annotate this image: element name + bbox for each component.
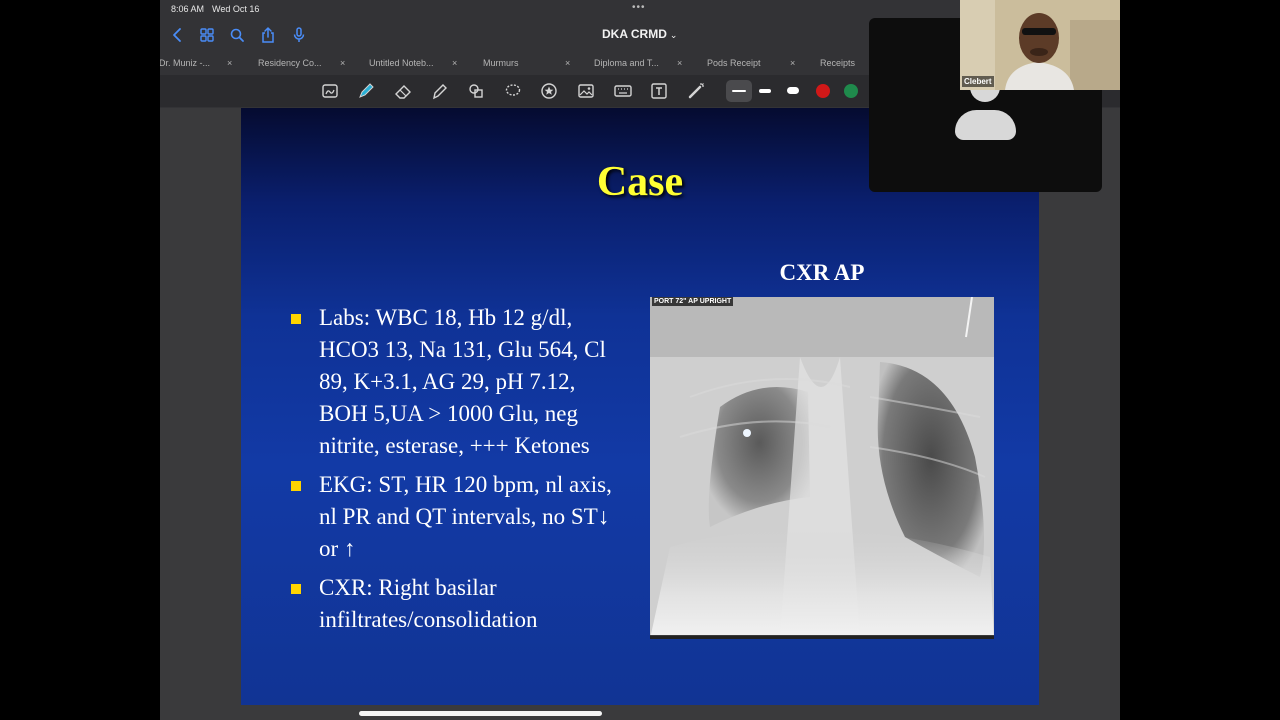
bullet-marker <box>291 584 301 594</box>
tab-close-icon[interactable]: × <box>227 53 232 73</box>
highlighter-icon[interactable] <box>430 81 450 101</box>
bullet-cxr: CXR: Right basilar infiltrates/consolida… <box>287 572 627 636</box>
multitasking-dots[interactable]: ••• <box>632 2 646 13</box>
tab-residency[interactable]: Residency Co... <box>258 53 322 73</box>
bullet-marker <box>291 481 301 491</box>
chevron-down-icon: ⌄ <box>669 30 678 40</box>
participant-name: Clebert <box>962 76 994 87</box>
microphone-icon[interactable] <box>290 26 308 44</box>
status-date: Wed Oct 16 <box>212 4 260 14</box>
tab-untitled-notebook[interactable]: Untitled Noteb... <box>369 53 434 73</box>
search-icon[interactable] <box>228 26 246 44</box>
stroke-medium-icon[interactable] <box>759 89 771 93</box>
tab-dr-muniz[interactable]: Dr. Muniz -... <box>160 53 210 73</box>
tab-close-icon[interactable]: × <box>340 53 345 73</box>
lasso-icon[interactable] <box>503 81 523 101</box>
keyboard-icon[interactable] <box>613 81 633 101</box>
pen-icon[interactable] <box>356 81 376 101</box>
tab-close-icon[interactable]: × <box>677 53 682 73</box>
share-icon[interactable] <box>259 26 277 44</box>
tab-murmurs[interactable]: Murmurs <box>483 53 519 73</box>
bullet-marker <box>291 314 301 324</box>
tab-receipts[interactable]: Receipts <box>820 53 855 73</box>
eraser-icon[interactable] <box>393 81 413 101</box>
color-green-swatch[interactable] <box>844 84 858 98</box>
stroke-thin-icon <box>732 90 746 92</box>
bullet-list: Labs: WBC 18, Hb 12 g/dl, HCO3 13, Na 13… <box>287 302 627 643</box>
chest-xray-image: PORT 72" AP UPRIGHT <box>650 297 994 639</box>
home-indicator[interactable] <box>359 711 602 716</box>
image-label: CXR AP <box>779 260 865 285</box>
tab-close-icon[interactable]: × <box>565 53 570 73</box>
image-icon[interactable] <box>576 81 596 101</box>
document-title[interactable]: DKA CRMD ⌄ <box>602 27 677 41</box>
grid-view-icon[interactable] <box>198 26 216 44</box>
bullet-ekg: EKG: ST, HR 120 bpm, nl axis, nl PR and … <box>287 469 627 565</box>
document-title-text: DKA CRMD <box>602 27 667 41</box>
shapes-icon[interactable] <box>466 81 486 101</box>
lecture-slide: Case Labs: WBC 18, Hb 12 g/dl, HCO3 13, … <box>241 108 1039 705</box>
xray-caption: PORT 72" AP UPRIGHT <box>652 297 734 306</box>
back-icon[interactable] <box>169 26 187 44</box>
color-red-swatch[interactable] <box>816 84 830 98</box>
chest-xray-drawing <box>650 297 994 636</box>
tab-pods-receipt[interactable]: Pods Receipt <box>707 53 761 73</box>
webcam-video[interactable]: Clebert <box>960 0 1120 90</box>
tab-diploma[interactable]: Diploma and T... <box>594 53 659 73</box>
scan-document-icon[interactable] <box>320 81 340 101</box>
tab-close-icon[interactable]: × <box>790 53 795 73</box>
stroke-thick-icon[interactable] <box>787 87 799 94</box>
bullet-text: EKG: ST, HR 120 bpm, nl axis, nl PR and … <box>319 472 612 561</box>
text-box-icon[interactable] <box>649 81 669 101</box>
avatar-body-icon <box>955 110 1016 140</box>
tab-close-icon[interactable]: × <box>452 53 457 73</box>
bullet-text: Labs: WBC 18, Hb 12 g/dl, HCO3 13, Na 13… <box>319 305 606 458</box>
laser-pointer-icon[interactable] <box>686 81 706 101</box>
bullet-text: CXR: Right basilar infiltrates/consolida… <box>319 575 538 632</box>
notebook-page: Case Labs: WBC 18, Hb 12 g/dl, HCO3 13, … <box>160 108 1120 720</box>
status-time: 8:06 AM <box>171 4 205 14</box>
bullet-labs: Labs: WBC 18, Hb 12 g/dl, HCO3 13, Na 13… <box>287 302 627 462</box>
sticker-icon[interactable] <box>539 81 559 101</box>
